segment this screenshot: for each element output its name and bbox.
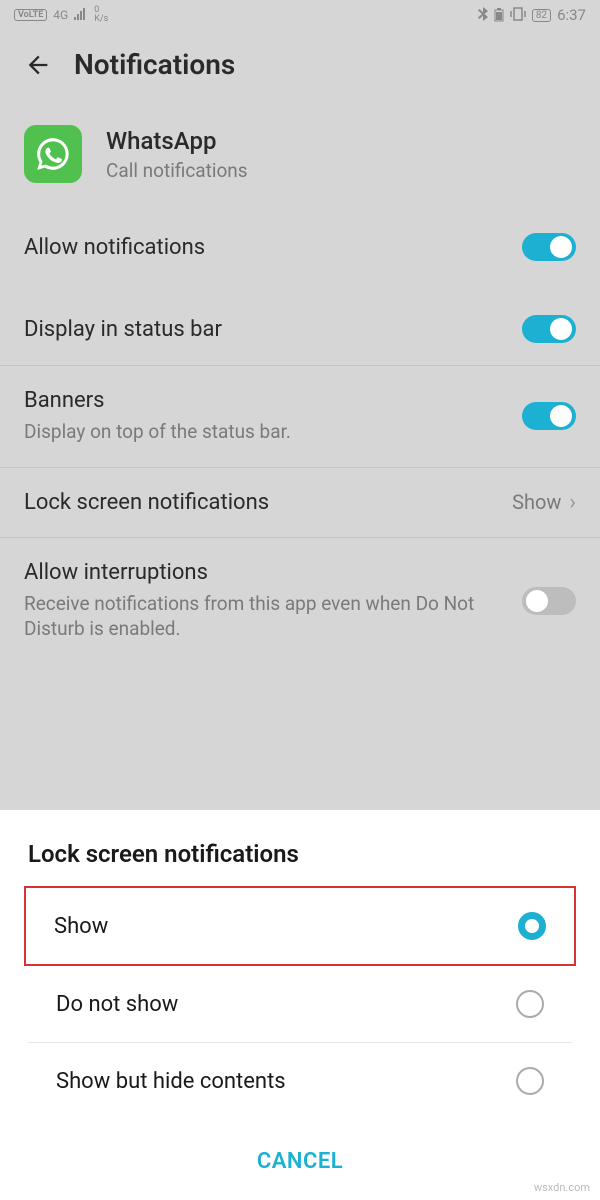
watermark: wsxdn.com [534,1181,590,1194]
net-speed-unit: K/s [94,15,108,24]
option-show[interactable]: Show [24,886,576,966]
radio-empty-icon[interactable] [516,1067,544,1095]
allow-notifications-label: Allow notifications [24,235,522,260]
display-status-toggle[interactable] [522,315,576,343]
radio-selected-icon[interactable] [518,912,546,940]
network-type: 4G [53,8,68,22]
back-icon[interactable] [24,51,52,79]
lock-screen-dialog: Lock screen notifications Show Do not sh… [0,810,600,1200]
banners-row[interactable]: Banners Display on top of the status bar… [0,366,600,468]
page-header: Notifications [0,30,600,105]
banners-label: Banners [24,388,522,413]
lock-screen-label: Lock screen notifications [24,490,512,515]
display-status-label: Display in status bar [24,317,522,342]
bluetooth-icon [478,7,488,24]
option-show-hide-contents[interactable]: Show but hide contents [28,1043,572,1119]
volte-badge: VoLTE [14,9,47,21]
option-label: Show [54,914,108,939]
battery-pct: 82 [532,9,551,22]
display-status-row[interactable]: Display in status bar [0,293,600,366]
radio-empty-icon[interactable] [516,990,544,1018]
cancel-button[interactable]: CANCEL [0,1119,600,1200]
signal-icon [74,8,88,23]
allow-notifications-toggle[interactable] [522,233,576,261]
app-subtitle: Call notifications [106,159,248,182]
banners-toggle[interactable] [522,402,576,430]
option-label: Do not show [56,992,178,1017]
app-name: WhatsApp [106,127,248,155]
battery-icon [494,8,504,22]
interruptions-row[interactable]: Allow interruptions Receive notification… [0,538,600,664]
allow-notifications-row[interactable]: Allow notifications [0,211,600,283]
chevron-right-icon: › [569,490,576,515]
lock-screen-row[interactable]: Lock screen notifications Show › [0,468,600,538]
dialog-title: Lock screen notifications [0,840,600,886]
interruptions-label: Allow interruptions [24,560,522,585]
banners-sub: Display on top of the status bar. [24,419,522,445]
option-label: Show but hide contents [56,1069,286,1094]
page-title: Notifications [74,48,235,81]
lock-screen-value: Show [512,490,561,514]
app-info-row[interactable]: WhatsApp Call notifications [0,107,600,201]
option-do-not-show[interactable]: Do not show [28,966,572,1043]
vibrate-icon [510,7,526,24]
status-bar: VoLTE 4G 0 K/s 82 6:37 [0,0,600,30]
whatsapp-icon [24,125,82,183]
interruptions-toggle[interactable] [522,587,576,615]
clock: 6:37 [557,6,586,24]
interruptions-sub: Receive notifications from this app even… [24,591,522,642]
